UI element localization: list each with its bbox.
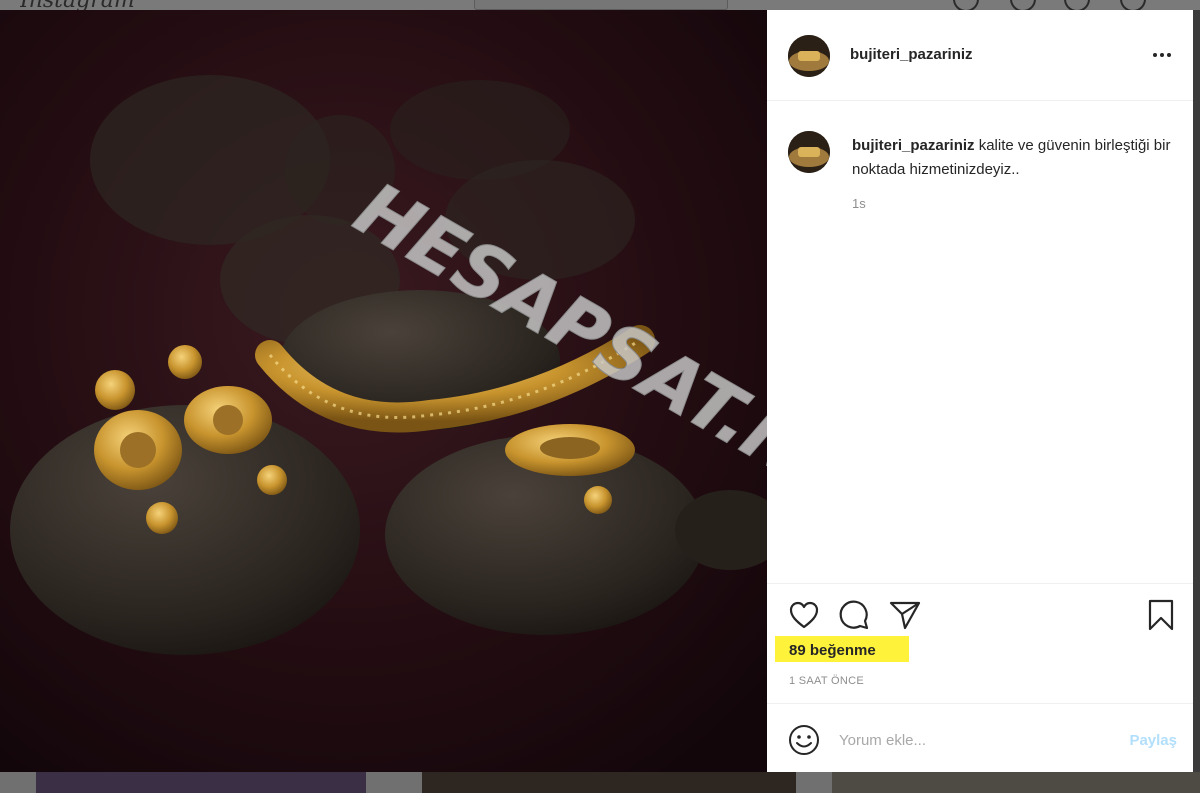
comment-divider — [767, 703, 1193, 704]
bookmark-icon[interactable] — [1144, 598, 1178, 632]
grid-thumbnail — [36, 772, 366, 793]
caption-timestamp[interactable]: 1s — [852, 196, 866, 211]
caption-avatar[interactable] — [788, 131, 830, 173]
paper-plane-icon[interactable] — [888, 598, 922, 632]
avatar[interactable] — [788, 35, 830, 77]
heart-icon[interactable] — [787, 598, 821, 632]
post-timestamp[interactable]: 1 SAAT ÖNCE — [789, 675, 864, 687]
likes-count[interactable]: 89 beğenme — [789, 642, 876, 659]
post-comment-button[interactable]: Paylaş — [1117, 728, 1177, 752]
grid-thumbnail — [832, 772, 1200, 793]
post-caption: bujiteri_pazariniz kalite ve güvenin bir… — [852, 134, 1172, 182]
comment-icon[interactable] — [837, 598, 871, 632]
post-image[interactable]: HESAPSAT.NET — [0, 10, 767, 772]
comment-input[interactable] — [839, 728, 1099, 752]
caption-username-link[interactable]: bujiteri_pazariniz — [852, 137, 975, 154]
actions-divider — [767, 583, 1193, 584]
smiley-icon[interactable] — [787, 723, 821, 757]
background-search-box — [474, 0, 728, 10]
post-side-panel: bujiteri_pazariniz bujiteri_pazariniz ka… — [767, 10, 1193, 772]
more-options-icon[interactable] — [1147, 40, 1177, 70]
instagram-logo: Instagram — [20, 0, 150, 10]
jewelry-photo: HESAPSAT.NET — [0, 10, 767, 772]
background-strip — [1193, 10, 1200, 772]
grid-thumbnail — [422, 772, 796, 793]
post-header: bujiteri_pazariniz — [767, 10, 1193, 101]
header-username-link[interactable]: bujiteri_pazariniz — [850, 46, 973, 63]
